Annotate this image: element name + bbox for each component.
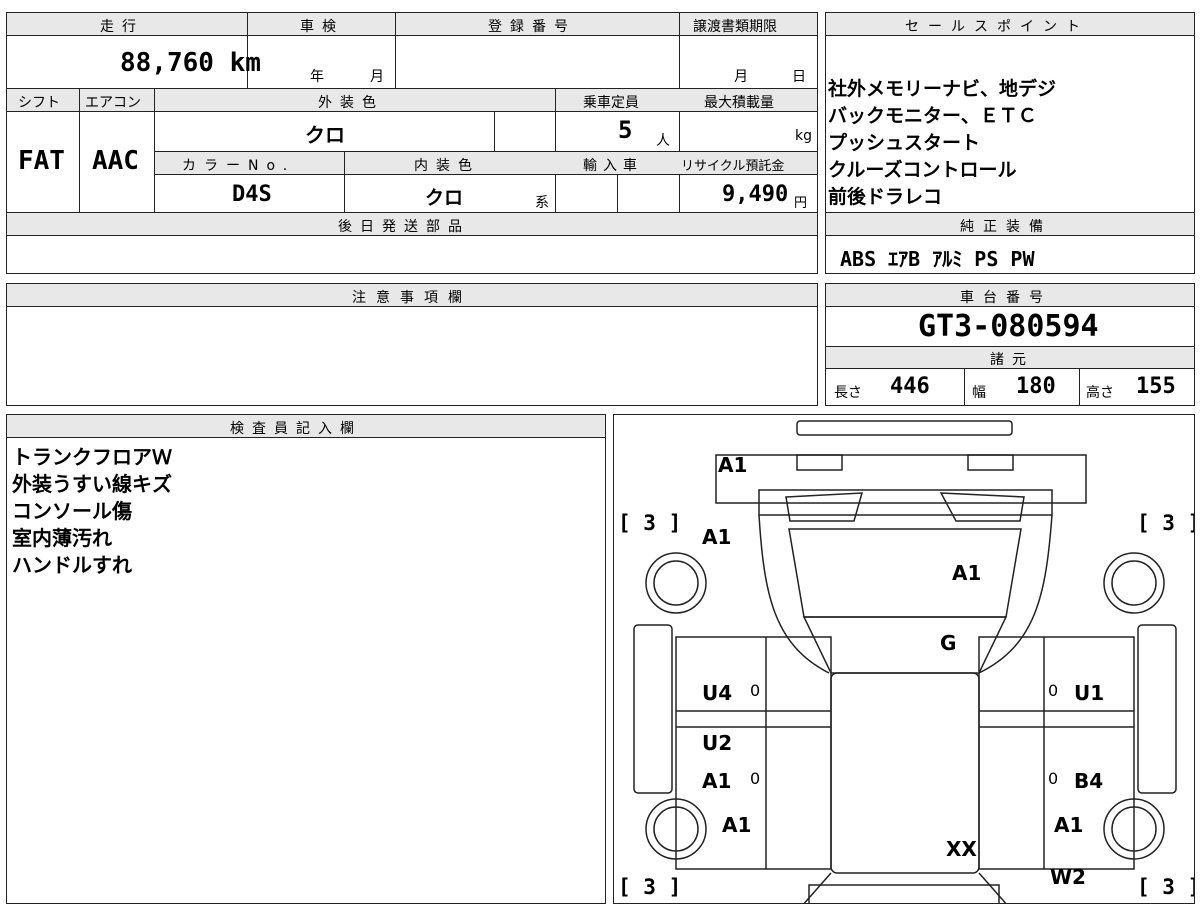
mark-right-front-door-count: 0 xyxy=(1048,769,1059,788)
ac-label: エアコン xyxy=(85,95,141,111)
sales-line: クルーズコントロール xyxy=(828,159,1017,181)
width-value: 180 xyxy=(1016,374,1056,399)
inspection-year-unit: 年 xyxy=(310,69,324,85)
car-diagram-box: [ 3 ] [ 3 ] [ 3 ] [ 3 ] A1 A1 A1 G U4 0 … xyxy=(613,414,1195,904)
mark-front-right: W2 xyxy=(1050,865,1086,889)
later-parts-label: 後日発送部品 xyxy=(338,219,470,235)
interior-label: 内装色 xyxy=(414,158,480,174)
notes-header: 注意事項欄 xyxy=(352,290,472,306)
shift-label: シフト xyxy=(18,95,60,111)
mark-right-rear-door: U1 xyxy=(1074,681,1105,705)
mark-right-front-door: B4 xyxy=(1074,769,1104,793)
transfer-label: 譲渡書類期限 xyxy=(693,19,777,35)
mark-right-rear-door-count: 0 xyxy=(1048,681,1059,700)
mark-left-front-fender: A1 xyxy=(722,813,752,837)
sales-line: プッシュスタート xyxy=(828,132,981,154)
capacity-label: 乗車定員 xyxy=(583,95,639,111)
import-label: 輸入車 xyxy=(583,158,643,174)
shift-value: FAT xyxy=(18,146,65,176)
maxload-label: 最大積載量 xyxy=(704,95,774,111)
mark-left-rear-door-count: 0 xyxy=(750,681,761,700)
chassis-number: GT3-080594 xyxy=(918,309,1099,344)
tire-rear-right: [ 3 ] xyxy=(1137,875,1195,899)
mark-hood: XX xyxy=(946,837,977,861)
mark-rear-left-fender: A1 xyxy=(702,525,732,549)
exterior-label: 外装色 xyxy=(318,95,384,111)
height-value: 155 xyxy=(1136,374,1176,399)
length-value: 446 xyxy=(890,374,930,399)
color-no-value: D4S xyxy=(232,182,272,207)
capacity-value: 5 xyxy=(618,116,633,144)
equipment-value: ABS ｴｱB ｱﾙﾐ PS PW xyxy=(840,247,1035,271)
transfer-month-unit: 月 xyxy=(734,69,748,85)
mark-left-front-door: U2 xyxy=(702,731,733,755)
inspector-header: 検査員記入欄 xyxy=(230,421,362,437)
equipment-header: 純正装備 xyxy=(960,219,1052,235)
recycle-unit: 円 xyxy=(794,196,808,211)
mileage-value: 88,760 km xyxy=(120,48,261,78)
maxload-unit: kg xyxy=(795,128,812,144)
inspection-month-unit: 月 xyxy=(370,69,384,85)
height-label: 高さ xyxy=(1086,385,1114,401)
sales-line: 社外メモリーナビ、地デジ xyxy=(828,78,1057,100)
car-diagram xyxy=(633,420,1177,903)
inspector-line: 室内薄汚れ xyxy=(12,526,112,550)
color-no-label: カラーNo. xyxy=(182,158,296,174)
ac-value: AAC xyxy=(92,146,139,176)
mark-left-rear-door: U4 xyxy=(702,681,733,705)
interior-unit: 系 xyxy=(535,195,549,211)
specs-header: 諸元 xyxy=(990,352,1034,368)
tire-front-right: [ 3 ] xyxy=(1137,511,1195,535)
sales-line: バックモニター、ＥＴＣ xyxy=(828,105,1037,127)
sales-header: セールスポイント xyxy=(905,19,1089,35)
inspector-line: 外装うすい線キズ xyxy=(12,472,172,496)
transfer-day-unit: 日 xyxy=(792,69,806,85)
length-label: 長さ xyxy=(834,385,862,401)
inspector-line: トランクフロアＷ xyxy=(12,445,172,469)
mark-trunk: A1 xyxy=(952,561,982,585)
capacity-unit: 人 xyxy=(656,133,670,149)
mark-rear-bumper: A1 xyxy=(718,453,748,477)
mark-right-front-fender: A1 xyxy=(1054,813,1084,837)
tire-front-left: [ 3 ] xyxy=(618,511,682,535)
chassis-header: 車台番号 xyxy=(960,290,1052,306)
inspector-line: コンソール傷 xyxy=(12,499,132,523)
width-label: 幅 xyxy=(972,385,986,401)
mileage-label: 走行 xyxy=(100,19,144,35)
tire-rear-left: [ 3 ] xyxy=(618,875,682,899)
inspection-label: 車検 xyxy=(300,19,344,35)
mark-left-front-door-a: A1 xyxy=(702,769,732,793)
mark-rear-glass: G xyxy=(940,631,957,655)
exterior-value: クロ xyxy=(305,123,345,147)
mark-left-front-door-count: 0 xyxy=(750,769,761,788)
recycle-value: 9,490 xyxy=(722,182,789,207)
recycle-label: リサイクル預託金 xyxy=(681,159,785,174)
interior-value: クロ xyxy=(425,187,464,209)
sales-line: 前後ドラレコ xyxy=(828,186,943,208)
registration-label: 登録番号 xyxy=(488,19,576,35)
inspector-line: ハンドルすれ xyxy=(12,553,132,577)
